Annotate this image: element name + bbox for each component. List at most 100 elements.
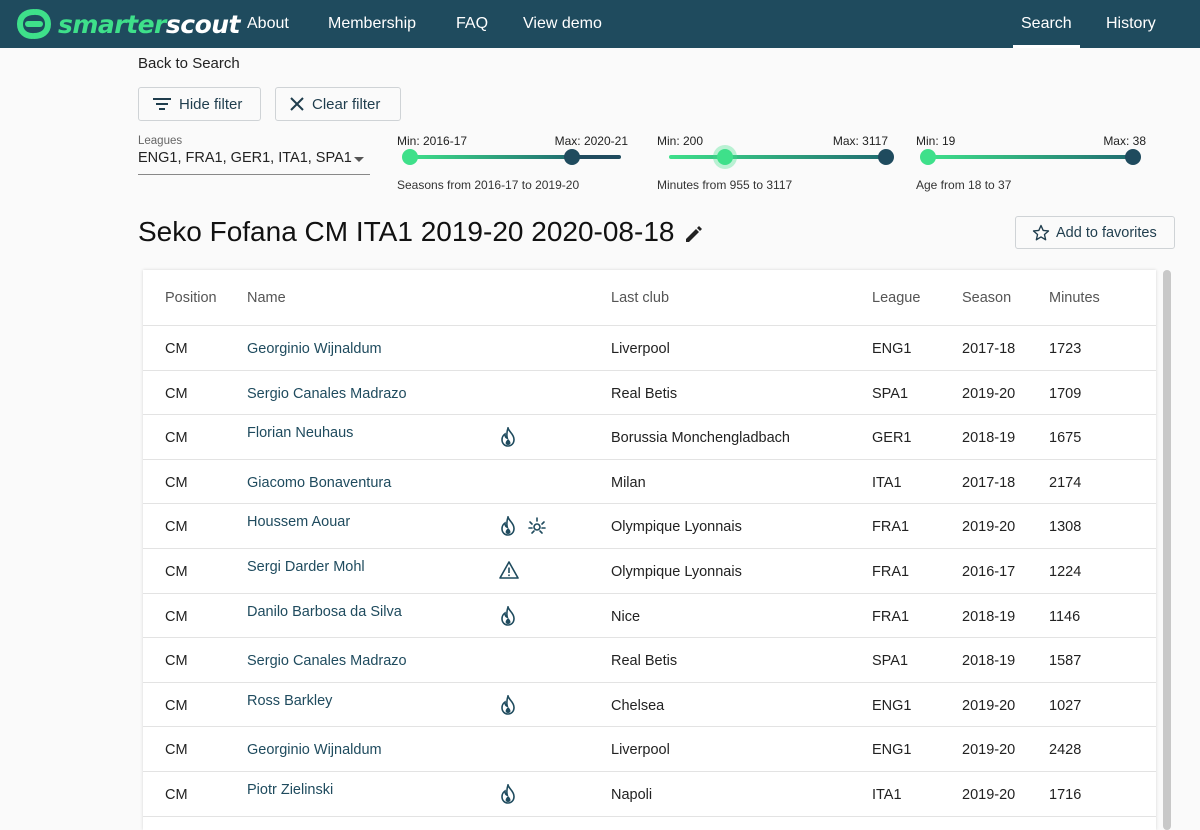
table-row[interactable]: CM Florian Neuhaus Borussia Monchengladbac…	[143, 415, 1156, 460]
table-row[interactable]: CM Sergio Canales Madrazo Real Betis SPA1 20…	[143, 371, 1156, 416]
cell-last-club: Napoli	[611, 787, 653, 803]
minutes-max-label: Max: 3117	[832, 134, 888, 148]
player-name-link[interactable]: Piotr Zielinski	[247, 782, 333, 798]
age-min-thumb[interactable]	[920, 149, 936, 165]
nav-about[interactable]: About	[247, 0, 289, 48]
player-name-link[interactable]: Sergi Darder Mohl	[247, 559, 365, 575]
close-icon	[290, 97, 304, 111]
age-track[interactable]	[928, 155, 1134, 159]
nav-membership[interactable]: Membership	[328, 0, 416, 48]
star-outline-icon	[1032, 224, 1050, 240]
column-header-last-club[interactable]: Last club	[611, 290, 669, 306]
cell-position: CM	[165, 564, 188, 580]
player-name-link[interactable]: Giacomo Bonaventura	[247, 475, 391, 491]
table-row[interactable]: CM Sergi Darder Mohl Olympique Lyonnais FRA…	[143, 549, 1156, 594]
cell-season: 2019-20	[962, 519, 1016, 536]
nav-view-demo[interactable]: View demo	[523, 0, 602, 48]
seasons-max-thumb[interactable]	[564, 149, 580, 165]
cell-season: 2018-19	[962, 430, 1016, 447]
age-max-label: Max: 38	[1103, 134, 1146, 148]
cell-league: SPA1	[872, 385, 909, 402]
cell-last-club: Real Betis	[611, 385, 678, 402]
cell-minutes: 1587	[1049, 653, 1082, 670]
cell-minutes: 2174	[1049, 474, 1082, 491]
cell-position: CM	[165, 787, 188, 803]
cell-season: 2018-19	[962, 653, 1016, 670]
table-row[interactable]: CM Houssem Aouar Olympique Lyonnais FRA1 201…	[143, 504, 1156, 549]
player-name-link[interactable]: Danilo Barbosa da Silva	[247, 604, 402, 620]
cell-minutes: 1675	[1049, 430, 1082, 447]
back-to-search-link[interactable]: Back to Search	[138, 55, 240, 72]
column-header-season[interactable]: Season	[962, 290, 1011, 306]
clear-filter-button[interactable]: Clear filter	[275, 87, 401, 121]
table-row[interactable]: CM Giacomo Bonaventura Milan ITA1 2017-18 217…	[143, 460, 1156, 505]
hide-filter-label: Hide filter	[179, 95, 243, 113]
similar-players-table: Position Name Last club League Season Mi…	[143, 270, 1156, 830]
column-header-name[interactable]: Name	[247, 290, 286, 306]
leagues-label: Leagues	[138, 135, 183, 147]
seasons-track-selected	[409, 155, 572, 159]
nav-faq[interactable]: FAQ	[456, 0, 488, 48]
player-name-link[interactable]: Houssem Aouar	[247, 514, 350, 530]
minutes-max-thumb[interactable]	[878, 149, 894, 165]
cell-last-club: Olympique Lyonnais	[611, 519, 742, 536]
table-scrollbar[interactable]	[1163, 270, 1171, 830]
minutes-min-thumb[interactable]	[717, 149, 733, 165]
cell-league: ITA1	[872, 787, 902, 803]
table-row[interactable]: CM Georginio Wijnaldum Liverpool ENG1 2017-1…	[143, 326, 1156, 371]
leagues-value: ENG1, FRA1, GER1, ITA1, SPA1	[138, 150, 352, 166]
cell-league: ENG1	[872, 697, 912, 714]
age-slider: Min: 19 Max: 38 Age from 18 to 37	[916, 134, 1148, 194]
minutes-min-label: Min: 200	[657, 134, 704, 148]
cell-league: ENG1	[872, 742, 912, 759]
seasons-caption: Seasons from 2016-17 to 2019-20	[397, 178, 580, 192]
column-header-league[interactable]: League	[872, 290, 920, 306]
sparkle-icon[interactable]	[527, 516, 547, 541]
cell-last-club: Real Betis	[611, 653, 678, 670]
player-name-link[interactable]: Florian Neuhaus	[247, 425, 353, 441]
page-title: Seko Fofana CM ITA1 2019-20 2020-08-18	[138, 216, 675, 247]
hide-filter-button[interactable]: Hide filter	[138, 87, 261, 121]
cell-position: CM	[165, 742, 188, 759]
cell-last-club: Milan	[611, 474, 646, 491]
cell-last-club: Liverpool	[611, 742, 670, 759]
cell-minutes: 1027	[1049, 697, 1082, 714]
table-row[interactable]: CM Sergio Canales Madrazo Real Betis SPA1 20…	[143, 638, 1156, 683]
add-to-favorites-button[interactable]: Add to favorites	[1015, 216, 1175, 249]
cell-last-club: Borussia Monchengladbach	[611, 430, 790, 447]
table-row[interactable]: CM Ross Barkley Chelsea ENG1 2019-20 1027	[143, 683, 1156, 728]
flame-icon[interactable]	[499, 782, 517, 809]
clear-filter-label: Clear filter	[312, 95, 381, 113]
cell-season: 2017-18	[962, 474, 1016, 491]
player-name-link[interactable]: Ross Barkley	[247, 693, 332, 709]
nav-history[interactable]: History	[1106, 0, 1156, 48]
pencil-icon[interactable]	[684, 224, 704, 244]
player-name-link[interactable]: Georginio Wijnaldum	[247, 742, 382, 758]
cell-minutes: 1716	[1049, 787, 1082, 803]
flame-icon[interactable]	[499, 514, 517, 541]
seasons-min-thumb[interactable]	[402, 149, 418, 165]
table-row[interactable]: CM Georginio Wijnaldum Liverpool ENG1 2019-2…	[143, 727, 1156, 772]
flame-icon[interactable]	[499, 425, 517, 452]
cell-last-club: Chelsea	[611, 697, 665, 714]
player-name-link[interactable]: Georginio Wijnaldum	[247, 341, 382, 357]
column-header-position[interactable]: Position	[165, 290, 217, 306]
table-row[interactable]: CM Danilo Barbosa da Silva Nice FRA1 2018-19…	[143, 594, 1156, 639]
smarterscout-logo[interactable]: smarterscout	[14, 6, 241, 42]
player-name-link[interactable]: Sergio Canales Madrazo	[247, 386, 407, 402]
player-name-link[interactable]: Sergio Canales Madrazo	[247, 653, 407, 669]
cell-minutes: 1146	[1049, 608, 1081, 625]
minutes-track[interactable]	[669, 155, 887, 159]
table-row[interactable]: CM Piotr Zielinski Napoli ITA1 2019-20 1716	[143, 772, 1156, 817]
leagues-select[interactable]: ENG1, FRA1, GER1, ITA1, SPA1	[138, 150, 370, 175]
logo-wordmark: smarterscout	[58, 9, 241, 39]
cell-position: CM	[165, 474, 188, 491]
flame-icon[interactable]	[499, 692, 517, 720]
cell-last-club: Nice	[611, 608, 641, 625]
column-header-minutes[interactable]: Minutes	[1049, 290, 1100, 306]
nav-search[interactable]: Search	[1013, 0, 1080, 48]
cell-season: 2019-20	[962, 742, 1016, 759]
age-max-thumb[interactable]	[1125, 149, 1141, 165]
flame-icon[interactable]	[499, 603, 517, 631]
warning-icon[interactable]	[499, 561, 519, 584]
